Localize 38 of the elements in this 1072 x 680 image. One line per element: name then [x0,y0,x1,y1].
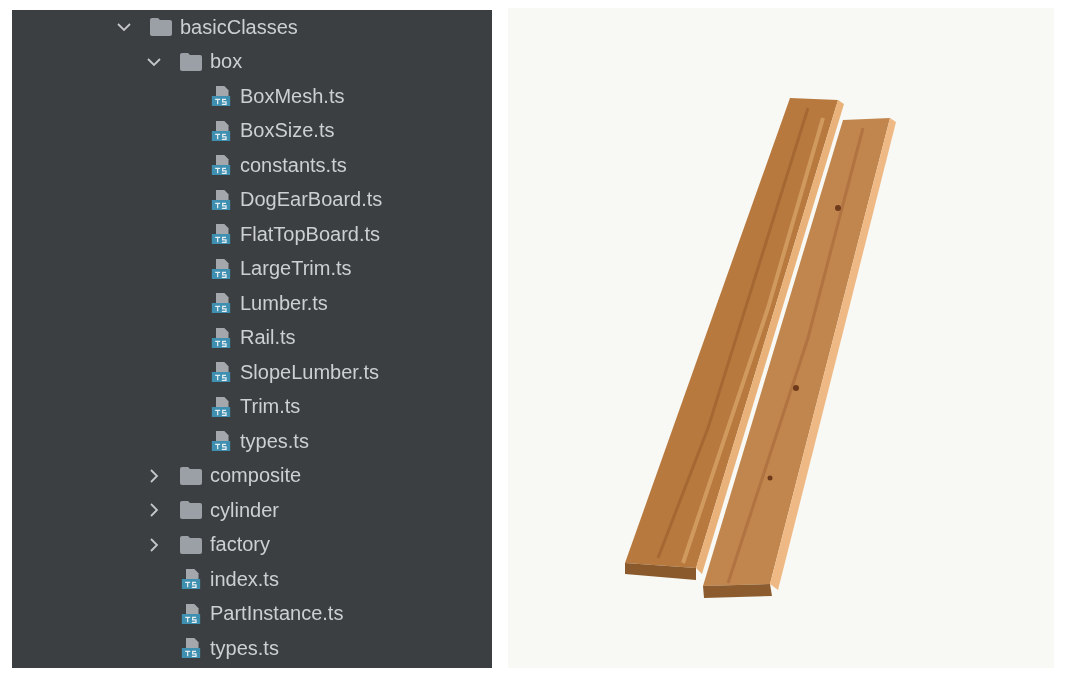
typescript-file-icon [210,120,232,141]
tree-item[interactable]: factory [210,533,271,557]
typescript-file-icon [210,86,232,107]
typescript-file-icon [210,362,232,383]
typescript-file-icon [210,327,232,348]
tree-item[interactable]: LargeTrim.ts [240,257,352,281]
tree-item[interactable]: PartInstance.ts [210,602,344,626]
tree-item[interactable]: cylinder [210,498,279,522]
tree-item[interactable]: Trim.ts [240,395,301,419]
folder-icon [180,51,202,72]
folder-icon [180,500,202,521]
folder-icon [180,465,202,486]
folder-icon [150,17,172,38]
typescript-file-icon [210,189,232,210]
folder-icon [180,534,202,555]
typescript-file-icon [210,155,232,176]
typescript-file-icon [180,603,202,624]
tree-item[interactable]: BoxMesh.ts [240,84,345,108]
tree-item[interactable]: constants.ts [240,153,347,177]
tree-item[interactable]: index.ts [210,567,279,591]
tree-item[interactable]: types.ts [210,636,279,660]
typescript-file-icon [210,293,232,314]
tree-item[interactable]: BoxSize.ts [240,119,335,143]
tree-item[interactable]: FlatTopBoard.ts [240,222,381,246]
typescript-file-icon [210,258,232,279]
typescript-file-icon [210,396,232,417]
typescript-file-icon [180,569,202,590]
tree-item[interactable]: DogEarBoard.ts [240,188,383,212]
tree-item[interactable]: basicClasses [180,15,298,39]
tree-item[interactable]: composite [210,464,302,488]
typescript-file-icon [180,638,202,659]
tree-item[interactable]: SlopeLumber.ts [240,360,379,384]
tree-item[interactable]: types.ts [240,429,309,453]
typescript-file-icon [210,431,232,452]
tree-item[interactable]: Lumber.ts [240,291,328,315]
typescript-file-icon [210,224,232,245]
tree-item[interactable]: Rail.ts [240,326,296,350]
tree-item[interactable]: box [210,50,243,74]
